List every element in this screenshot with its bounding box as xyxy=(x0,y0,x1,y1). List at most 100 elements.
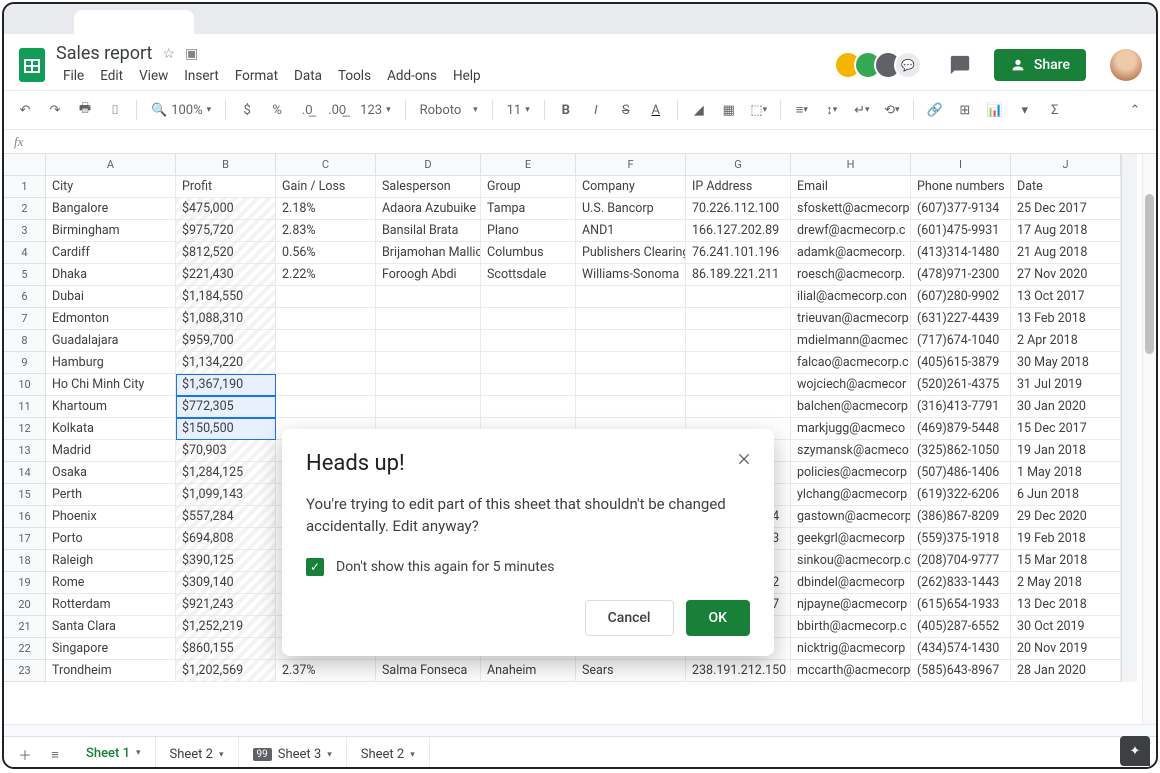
cell[interactable]: Dhaka xyxy=(46,264,176,286)
col-header-A[interactable]: A xyxy=(46,154,176,176)
cell[interactable]: Trondheim xyxy=(46,660,176,682)
cell[interactable]: 20 Nov 2019 xyxy=(1011,638,1121,660)
sheet-tab[interactable]: Sheet 2▾ xyxy=(156,737,239,770)
cell[interactable] xyxy=(686,308,791,330)
row-header[interactable]: 11 xyxy=(4,396,46,418)
collaborator-avatars[interactable]: 💬 xyxy=(842,51,922,79)
cell[interactable]: $1,202,569 xyxy=(176,660,276,682)
row-header[interactable]: 10 xyxy=(4,374,46,396)
cell[interactable]: Porto xyxy=(46,528,176,550)
browser-tab[interactable] xyxy=(74,10,194,34)
cell[interactable] xyxy=(376,308,481,330)
cell[interactable]: Raleigh xyxy=(46,550,176,572)
cell[interactable]: (405)615-3879 xyxy=(911,352,1011,374)
row-header[interactable]: 12 xyxy=(4,418,46,440)
cell[interactable]: 19 Jan 2018 xyxy=(1011,440,1121,462)
horizontal-scrollbar[interactable] xyxy=(4,724,1156,736)
cell[interactable]: bbirth@acmecorp.c xyxy=(791,616,911,638)
menu-view[interactable]: View xyxy=(132,65,175,87)
cell[interactable]: Santa Clara xyxy=(46,616,176,638)
collapse-toolbar-icon[interactable]: ⌃ xyxy=(1122,97,1148,123)
text-rotate-icon[interactable]: ⟲▾ xyxy=(879,97,905,123)
zoom-selector[interactable]: 🔍 100% ▾ xyxy=(145,103,217,118)
cell[interactable]: $1,099,143 xyxy=(176,484,276,506)
cell[interactable]: (478)971-2300 xyxy=(911,264,1011,286)
cell[interactable] xyxy=(481,374,576,396)
cell[interactable]: Rome xyxy=(46,572,176,594)
cell[interactable]: Ho Chi Minh City xyxy=(46,374,176,396)
cell[interactable]: $812,520 xyxy=(176,242,276,264)
v-align-icon[interactable]: ↕▾ xyxy=(819,97,845,123)
row-header[interactable]: 1 xyxy=(4,176,46,198)
explore-icon[interactable] xyxy=(1120,736,1150,766)
sheet-tab[interactable]: Sheet 1▾ xyxy=(72,737,156,770)
col-header-G[interactable]: G xyxy=(686,154,791,176)
cell[interactable]: (631)227-4439 xyxy=(911,308,1011,330)
cell[interactable]: szymansk@acmeco xyxy=(791,440,911,462)
menu-data[interactable]: Data xyxy=(287,65,329,87)
italic-icon[interactable]: I xyxy=(583,97,609,123)
cell[interactable] xyxy=(276,374,376,396)
cell[interactable] xyxy=(686,374,791,396)
col-header-F[interactable]: F xyxy=(576,154,686,176)
cell[interactable]: ylchang@acmecorp xyxy=(791,484,911,506)
row-header[interactable]: 5 xyxy=(4,264,46,286)
cell[interactable]: ilial@acmecorp.con xyxy=(791,286,911,308)
cell[interactable]: mdielmann@acmec xyxy=(791,330,911,352)
cell[interactable]: Bangalore xyxy=(46,198,176,220)
cell[interactable] xyxy=(376,374,481,396)
text-color-icon[interactable]: A xyxy=(643,97,669,123)
cell[interactable]: Salma Fonseca xyxy=(376,660,481,682)
cell[interactable] xyxy=(376,352,481,374)
add-sheet-icon[interactable]: ＋ xyxy=(12,742,38,768)
cell[interactable]: $390,125 xyxy=(176,550,276,572)
functions-icon[interactable]: Σ xyxy=(1042,97,1068,123)
cell[interactable]: 2 Apr 2018 xyxy=(1011,330,1121,352)
row-header[interactable]: 6 xyxy=(4,286,46,308)
cell[interactable]: 13 Feb 2018 xyxy=(1011,308,1121,330)
cell[interactable]: Foroogh Abdi xyxy=(376,264,481,286)
redo-icon[interactable]: ↷ xyxy=(42,97,68,123)
cell[interactable]: (507)486-1406 xyxy=(911,462,1011,484)
col-header-I[interactable]: I xyxy=(911,154,1011,176)
cell[interactable]: 30 Oct 2019 xyxy=(1011,616,1121,638)
cell[interactable]: $475,000 xyxy=(176,198,276,220)
bold-icon[interactable]: B xyxy=(553,97,579,123)
row-header[interactable]: 17 xyxy=(4,528,46,550)
cell[interactable]: (208)704-9777 xyxy=(911,550,1011,572)
borders-icon[interactable]: ▦ xyxy=(716,97,742,123)
cell[interactable]: adamk@acmecorp. xyxy=(791,242,911,264)
cell[interactable] xyxy=(576,352,686,374)
number-format-selector[interactable]: 123 ▾ xyxy=(354,103,396,118)
cell[interactable] xyxy=(686,396,791,418)
comments-icon[interactable] xyxy=(942,47,978,83)
cell[interactable]: (434)574-1430 xyxy=(911,638,1011,660)
cell[interactable]: markjugg@acmeco xyxy=(791,418,911,440)
cell[interactable]: (405)287-6552 xyxy=(911,616,1011,638)
cell[interactable]: 29 Dec 2020 xyxy=(1011,506,1121,528)
close-icon[interactable] xyxy=(732,447,756,471)
sheet-tab[interactable]: Sheet 2▾ xyxy=(347,737,430,770)
text-wrap-icon[interactable]: ↵▾ xyxy=(849,97,875,123)
cell[interactable]: wojciech@acmecor xyxy=(791,374,911,396)
cell[interactable]: Madrid xyxy=(46,440,176,462)
cell[interactable]: 2.37% xyxy=(276,660,376,682)
cell[interactable]: policies@acmecorp xyxy=(791,462,911,484)
cell[interactable] xyxy=(576,308,686,330)
increase-decimal-icon[interactable]: .00̲ xyxy=(324,97,350,123)
cell[interactable]: Bansilal Brata xyxy=(376,220,481,242)
cancel-button[interactable]: Cancel xyxy=(585,600,674,636)
cell[interactable]: Sears xyxy=(576,660,686,682)
cell[interactable]: Edmonton xyxy=(46,308,176,330)
chevron-down-icon[interactable]: ▾ xyxy=(327,750,332,760)
ok-button[interactable]: OK xyxy=(686,600,751,636)
sheet-tab[interactable]: 99Sheet 3▾ xyxy=(239,737,347,770)
cell[interactable] xyxy=(686,286,791,308)
menu-add-ons[interactable]: Add-ons xyxy=(380,65,444,87)
row-header[interactable]: 16 xyxy=(4,506,46,528)
cell[interactable]: Anaheim xyxy=(481,660,576,682)
cell[interactable]: drewf@acmecorp.c xyxy=(791,220,911,242)
cell[interactable]: (607)377-9134 xyxy=(911,198,1011,220)
cell[interactable]: njpayne@acmecorp xyxy=(791,594,911,616)
decrease-decimal-icon[interactable]: .0̲ xyxy=(294,97,320,123)
